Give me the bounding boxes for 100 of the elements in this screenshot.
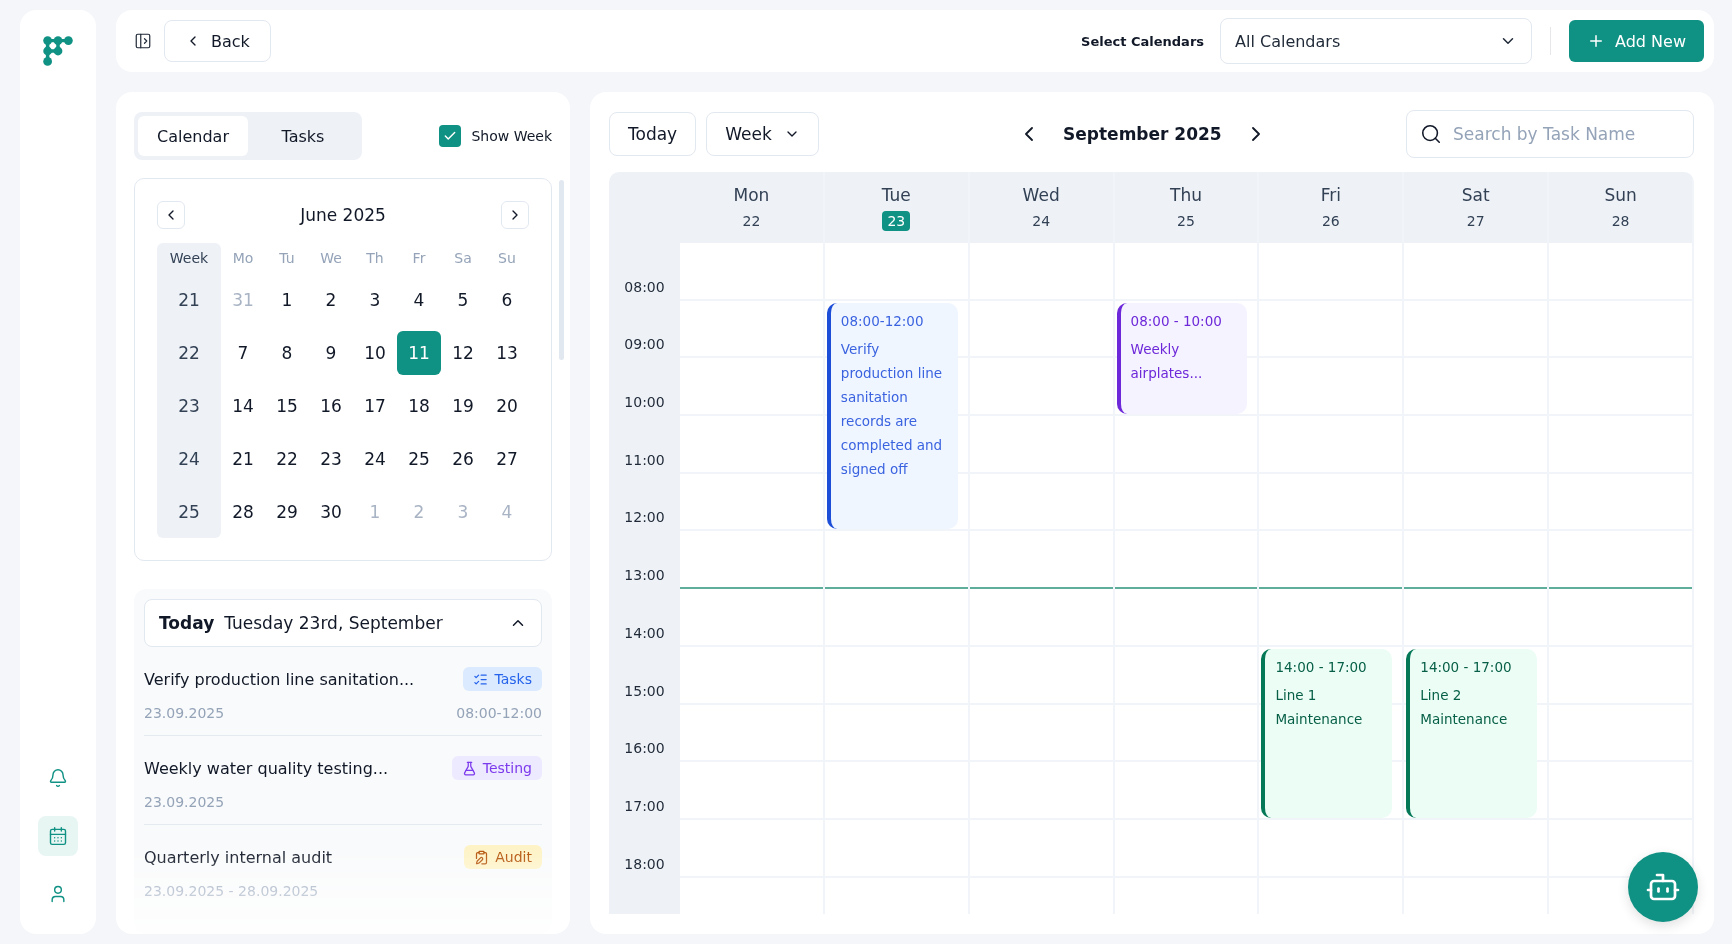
assistant-button[interactable] <box>1628 852 1698 922</box>
hour-label: 08:00 <box>623 277 666 297</box>
view-dropdown[interactable]: Week <box>706 112 819 156</box>
task-title[interactable]: Weekly water quality testing... <box>144 758 389 778</box>
weekday-header: Tu <box>278 249 296 268</box>
day-date: 22 <box>741 211 762 231</box>
day-date: 24 <box>1031 211 1052 231</box>
task-title[interactable]: Quarterly internal audit <box>144 847 333 867</box>
next-month-button[interactable] <box>501 201 529 229</box>
calendar-day[interactable]: 17 <box>353 383 397 428</box>
weekday-header: Th <box>365 249 385 268</box>
calendar-nav-button[interactable] <box>38 816 78 856</box>
hour-label: 18:00 <box>623 854 666 874</box>
app-logo <box>43 36 73 66</box>
calendar-day[interactable]: 28 <box>221 489 265 534</box>
select-calendars-label: Select Calendars <box>1081 33 1205 49</box>
event-title: Verify production line sanitation records are completed and signed off <box>840 339 944 479</box>
calendar-select[interactable]: All Calendars <box>1220 18 1533 64</box>
today-date: Tuesday 23rd, September <box>224 613 444 633</box>
calendar-day[interactable]: 1 <box>265 277 309 322</box>
calendar-event[interactable]: 14:00 - 17:00 Line 2 Maintenance <box>1406 648 1538 818</box>
event-title: Weekly airplates... <box>1130 339 1204 383</box>
day-date: 23 <box>882 210 911 231</box>
search-icon <box>1420 123 1442 145</box>
panel-toggle-icon <box>134 32 152 50</box>
calendar-day[interactable]: 13 <box>485 330 529 375</box>
view-tab[interactable]: Tasks <box>248 116 358 156</box>
today-button[interactable]: Today <box>609 112 697 156</box>
calendar-day[interactable]: 20 <box>485 383 529 428</box>
user-icon <box>48 884 68 904</box>
checklist-icon <box>473 671 489 687</box>
today-header[interactable]: Today Tuesday 23rd, September <box>144 599 542 647</box>
calendar-event[interactable]: 08:00 - 10:00 Weekly airplates... <box>1116 302 1248 415</box>
weekday-header: Sa <box>453 249 473 268</box>
calendar-day[interactable]: 23 <box>309 436 353 481</box>
task-date: 23.09.2025 <box>144 705 225 721</box>
hour-label: 13:00 <box>623 566 666 586</box>
calendar-day[interactable]: 16 <box>309 383 353 428</box>
calendar-event[interactable]: 14:00 - 17:00 Line 1 Maintenance <box>1261 648 1393 818</box>
hour-label: 10:00 <box>623 393 666 413</box>
calendar-day[interactable]: 26 <box>441 436 485 481</box>
day-date: 27 <box>1465 211 1486 231</box>
week-column-header: Week <box>157 243 221 273</box>
calendar-day[interactable]: 3 <box>353 277 397 322</box>
calendar-day[interactable]: 10 <box>353 330 397 375</box>
task-date: 23.09.2025 <box>144 794 225 810</box>
weekday-header: We <box>319 249 343 268</box>
bell-icon <box>48 768 68 788</box>
calendar-day[interactable]: 2 <box>309 277 353 322</box>
show-week-checkbox[interactable] <box>439 125 462 147</box>
day-date: 25 <box>1176 211 1196 231</box>
calendar-day[interactable]: 5 <box>441 277 485 322</box>
chevron-right-icon <box>1251 127 1260 141</box>
calendar-day[interactable]: 4 <box>397 277 441 322</box>
calendar-day[interactable]: 9 <box>309 330 353 375</box>
calendar-day[interactable]: 6 <box>485 277 529 322</box>
calendar-day[interactable]: 30 <box>309 489 353 534</box>
calendar-day[interactable]: 7 <box>221 330 265 375</box>
today-label: Today <box>159 613 215 633</box>
add-new-button[interactable]: Add New <box>1569 20 1704 62</box>
calendar-day[interactable]: 15 <box>265 383 309 428</box>
show-week-label: Show Week <box>471 128 552 144</box>
calendar-event[interactable]: 08:00-12:00 Verify production line sanitation records are completed and signed off <box>826 302 958 530</box>
day-name: Sat <box>1461 184 1490 205</box>
calendar-icon <box>48 826 68 846</box>
calendar-day[interactable]: 21 <box>221 436 265 481</box>
calendar-day[interactable]: 18 <box>397 383 441 428</box>
hour-label: 11:00 <box>623 450 666 470</box>
next-week-button[interactable] <box>1251 127 1260 141</box>
previous-month-button[interactable] <box>157 201 185 229</box>
event-time: 08:00-12:00 <box>840 312 925 329</box>
day-date: 28 <box>1610 211 1631 231</box>
view-tab[interactable]: Calendar <box>138 116 248 156</box>
hour-label: 17:00 <box>623 796 666 816</box>
calendar-day[interactable]: 12 <box>441 330 485 375</box>
day-name: Wed <box>1022 184 1060 205</box>
search-field[interactable]: Search by Task Name <box>1406 110 1694 158</box>
calendar-day[interactable]: 25 <box>397 436 441 481</box>
day-name: Sun <box>1604 184 1637 205</box>
task-title[interactable]: Verify production line sanitation... <box>144 669 415 689</box>
hour-label: 12:00 <box>623 508 666 528</box>
calendar-day[interactable]: 11 <box>397 330 441 375</box>
calendar-day[interactable]: 24 <box>353 436 397 481</box>
calendar-day[interactable]: 27 <box>485 436 529 481</box>
hour-label: 14:00 <box>623 623 666 643</box>
weekday-header: Fr <box>411 249 427 268</box>
calendar-day[interactable]: 19 <box>441 383 485 428</box>
scrollbar[interactable] <box>559 180 564 360</box>
event-time: 14:00 - 17:00 <box>1420 658 1513 675</box>
weekday-header: Mo <box>231 249 255 268</box>
panel-toggle-button[interactable] <box>134 32 152 50</box>
calendar-day[interactable]: 14 <box>221 383 265 428</box>
task-tag: Audit <box>464 845 542 869</box>
calendar-day[interactable]: 22 <box>265 436 309 481</box>
previous-week-button[interactable] <box>1025 127 1034 141</box>
week-number: 22 <box>157 326 221 379</box>
calendar-day[interactable]: 8 <box>265 330 309 375</box>
calendar-day[interactable]: 29 <box>265 489 309 534</box>
weekday-header: Su <box>497 249 517 268</box>
back-button[interactable]: Back <box>164 20 271 62</box>
